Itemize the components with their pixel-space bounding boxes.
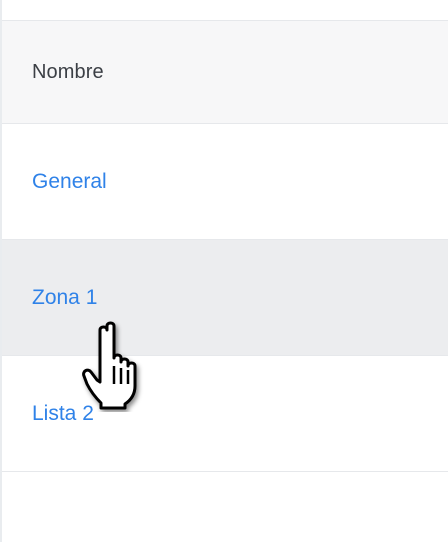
- table-row[interactable]: General: [2, 124, 448, 240]
- table-row[interactable]: Zona 1: [2, 240, 448, 356]
- table-row[interactable]: Lista 2: [2, 356, 448, 472]
- row-link-general[interactable]: General: [2, 170, 107, 194]
- table-header-row: Nombre: [2, 21, 448, 124]
- table-top-edge: [2, 0, 448, 21]
- column-header-nombre[interactable]: Nombre: [2, 61, 104, 84]
- row-link-lista-2[interactable]: Lista 2: [2, 402, 94, 426]
- row-link-zona-1[interactable]: Zona 1: [2, 286, 97, 310]
- items-table: Nombre General Zona 1 Lista 2: [2, 0, 448, 542]
